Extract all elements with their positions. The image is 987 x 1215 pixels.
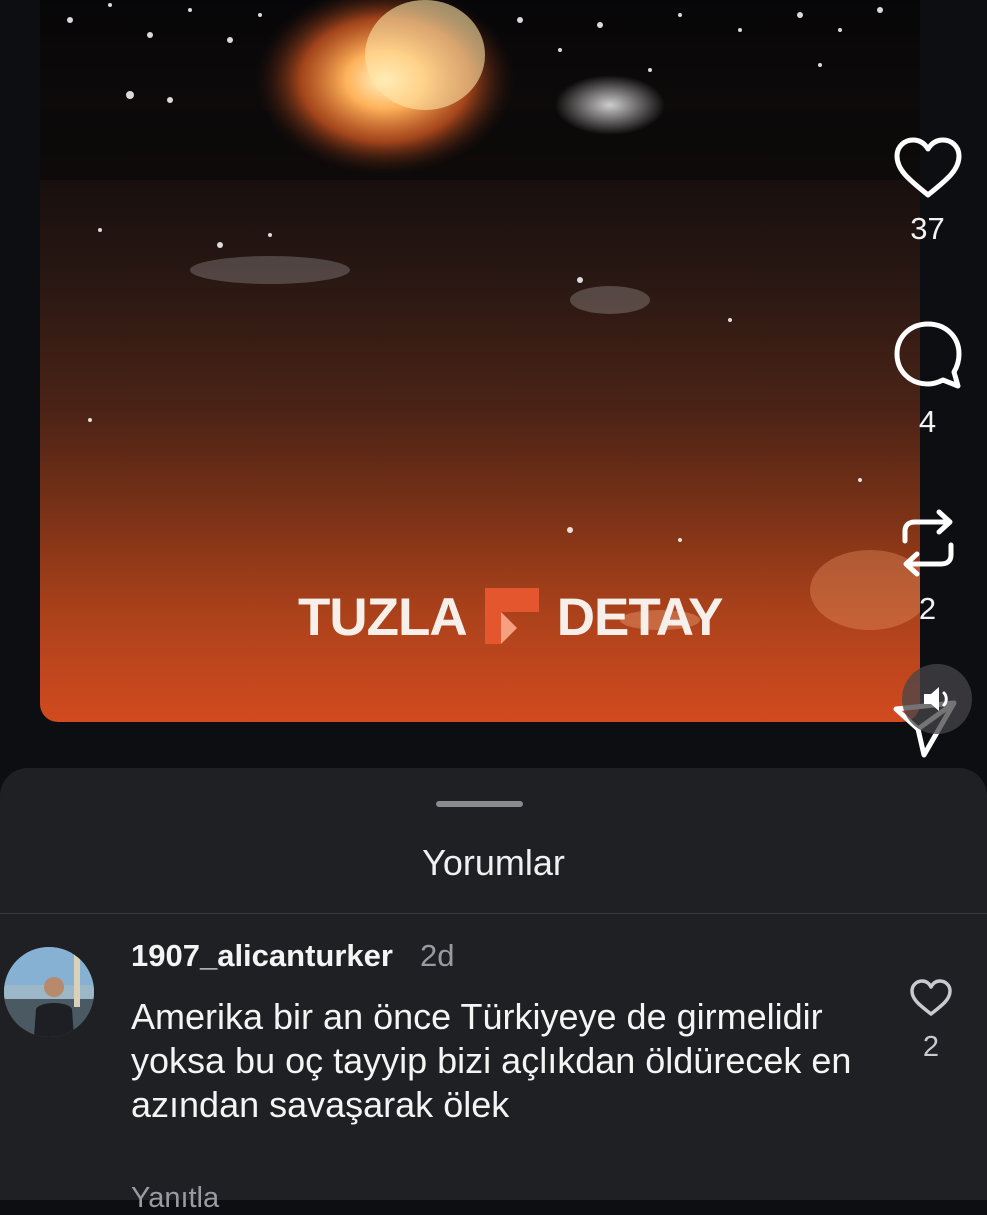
sheet-title: Yorumlar [422, 842, 565, 883]
comment-action[interactable]: 4 [880, 318, 975, 440]
watermark-right-text: DETAY [556, 587, 724, 647]
comment-count: 4 [918, 404, 937, 439]
watermark-left-text: TUZLA [298, 587, 468, 647]
comment-like-count: 2 [922, 1031, 940, 1063]
comment-username[interactable]: 1907_alicanturker [131, 938, 393, 974]
sound-toggle-button[interactable] [902, 664, 972, 734]
tuzla-detay-logo [484, 588, 539, 644]
heart-icon[interactable] [908, 978, 954, 1018]
repost-count: 2 [918, 591, 937, 626]
repost-action[interactable]: 2 [880, 505, 975, 627]
avatar-image [4, 947, 94, 1037]
sheet-grabber[interactable] [436, 801, 523, 807]
comment-like-action[interactable]: 2 [903, 978, 959, 1064]
comment-icon[interactable] [890, 318, 966, 394]
heart-icon[interactable] [891, 135, 965, 201]
comment-text: Amerika bir an önce Türkiyeye de girmeli… [131, 996, 852, 1125]
comment-timestamp: 2d [420, 938, 455, 973]
sound-icon [924, 687, 948, 711]
video-watermark: TUZLA DETAY [298, 582, 724, 652]
avatar[interactable] [4, 947, 94, 1037]
like-action[interactable]: 37 [880, 135, 975, 247]
repost-icon[interactable] [893, 505, 963, 581]
comments-sheet: Yorumlar [0, 768, 987, 1200]
video-player[interactable]: TUZLA DETAY [40, 0, 920, 722]
like-count: 37 [910, 211, 945, 246]
reply-button[interactable]: Yanıtla [131, 1182, 219, 1215]
sheet-divider [0, 913, 987, 914]
